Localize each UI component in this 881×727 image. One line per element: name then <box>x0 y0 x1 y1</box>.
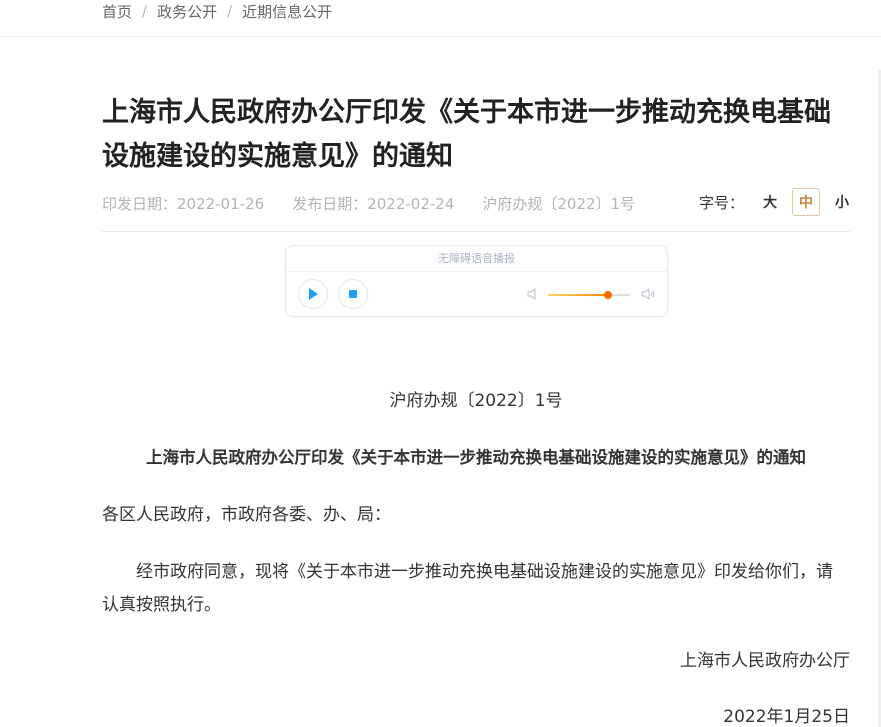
font-size-large-button[interactable]: 大 <box>756 188 784 216</box>
stop-button[interactable] <box>338 279 368 309</box>
breadcrumb-divider <box>0 36 881 37</box>
font-size-small-button[interactable]: 小 <box>828 188 856 216</box>
document-number: 沪府办规〔2022〕1号 <box>482 194 636 213</box>
volume-slider[interactable] <box>548 291 630 299</box>
salutation: 各区人民政府，市政府各委、办、局： <box>102 505 391 525</box>
body-paragraph: 经市政府同意，现将《关于本市进一步推动充换电基础设施建设的实施意见》印发给你们，… <box>102 562 833 615</box>
play-icon <box>309 288 318 300</box>
article-title: 上海市人民政府办公厅印发《关于本市进一步推动充换电基础设施建设的实施意见》的通知 <box>102 97 831 172</box>
font-size-switcher: 字号： 大 中 小 <box>699 187 864 217</box>
volume-slider-handle[interactable] <box>603 291 612 299</box>
breadcrumb: 首页 / 政务公开 / 近期信息公开 <box>102 0 332 22</box>
volume-low-icon[interactable] <box>526 287 540 301</box>
issuer: 上海市人民政府办公厅 <box>680 651 850 671</box>
breadcrumb-gov-affairs-link[interactable]: 政务公开 <box>157 1 217 22</box>
breadcrumb-home-link[interactable]: 首页 <box>102 1 132 22</box>
breadcrumb-separator: / <box>142 2 148 20</box>
breadcrumb-separator: / <box>227 2 233 20</box>
print-date: 印发日期：2022-01-26 <box>102 194 265 213</box>
font-size-medium-button[interactable]: 中 <box>792 188 821 216</box>
player-title: 无障碍语音播报 <box>286 246 667 272</box>
issue-date: 2022年1月25日 <box>723 707 850 727</box>
article-meta: 印发日期：2022-01-26 发布日期：2022-02-24 沪府办规〔202… <box>102 192 635 214</box>
meta-divider <box>102 231 850 232</box>
body-title: 上海市人民政府办公厅印发《关于本市进一步推动充换电基础设施建设的实施意见》的通知 <box>146 448 806 467</box>
volume-high-icon[interactable] <box>640 287 656 301</box>
audio-player: 无障碍语音播报 <box>285 245 668 317</box>
breadcrumb-recent-info-link[interactable]: 近期信息公开 <box>242 1 332 22</box>
play-button[interactable] <box>298 279 328 309</box>
body-document-number: 沪府办规〔2022〕1号 <box>389 391 563 411</box>
publish-date: 发布日期：2022-02-24 <box>292 194 455 213</box>
volume-slider-fill <box>548 294 608 296</box>
stop-icon <box>349 290 357 298</box>
font-size-label: 字号： <box>699 193 745 212</box>
